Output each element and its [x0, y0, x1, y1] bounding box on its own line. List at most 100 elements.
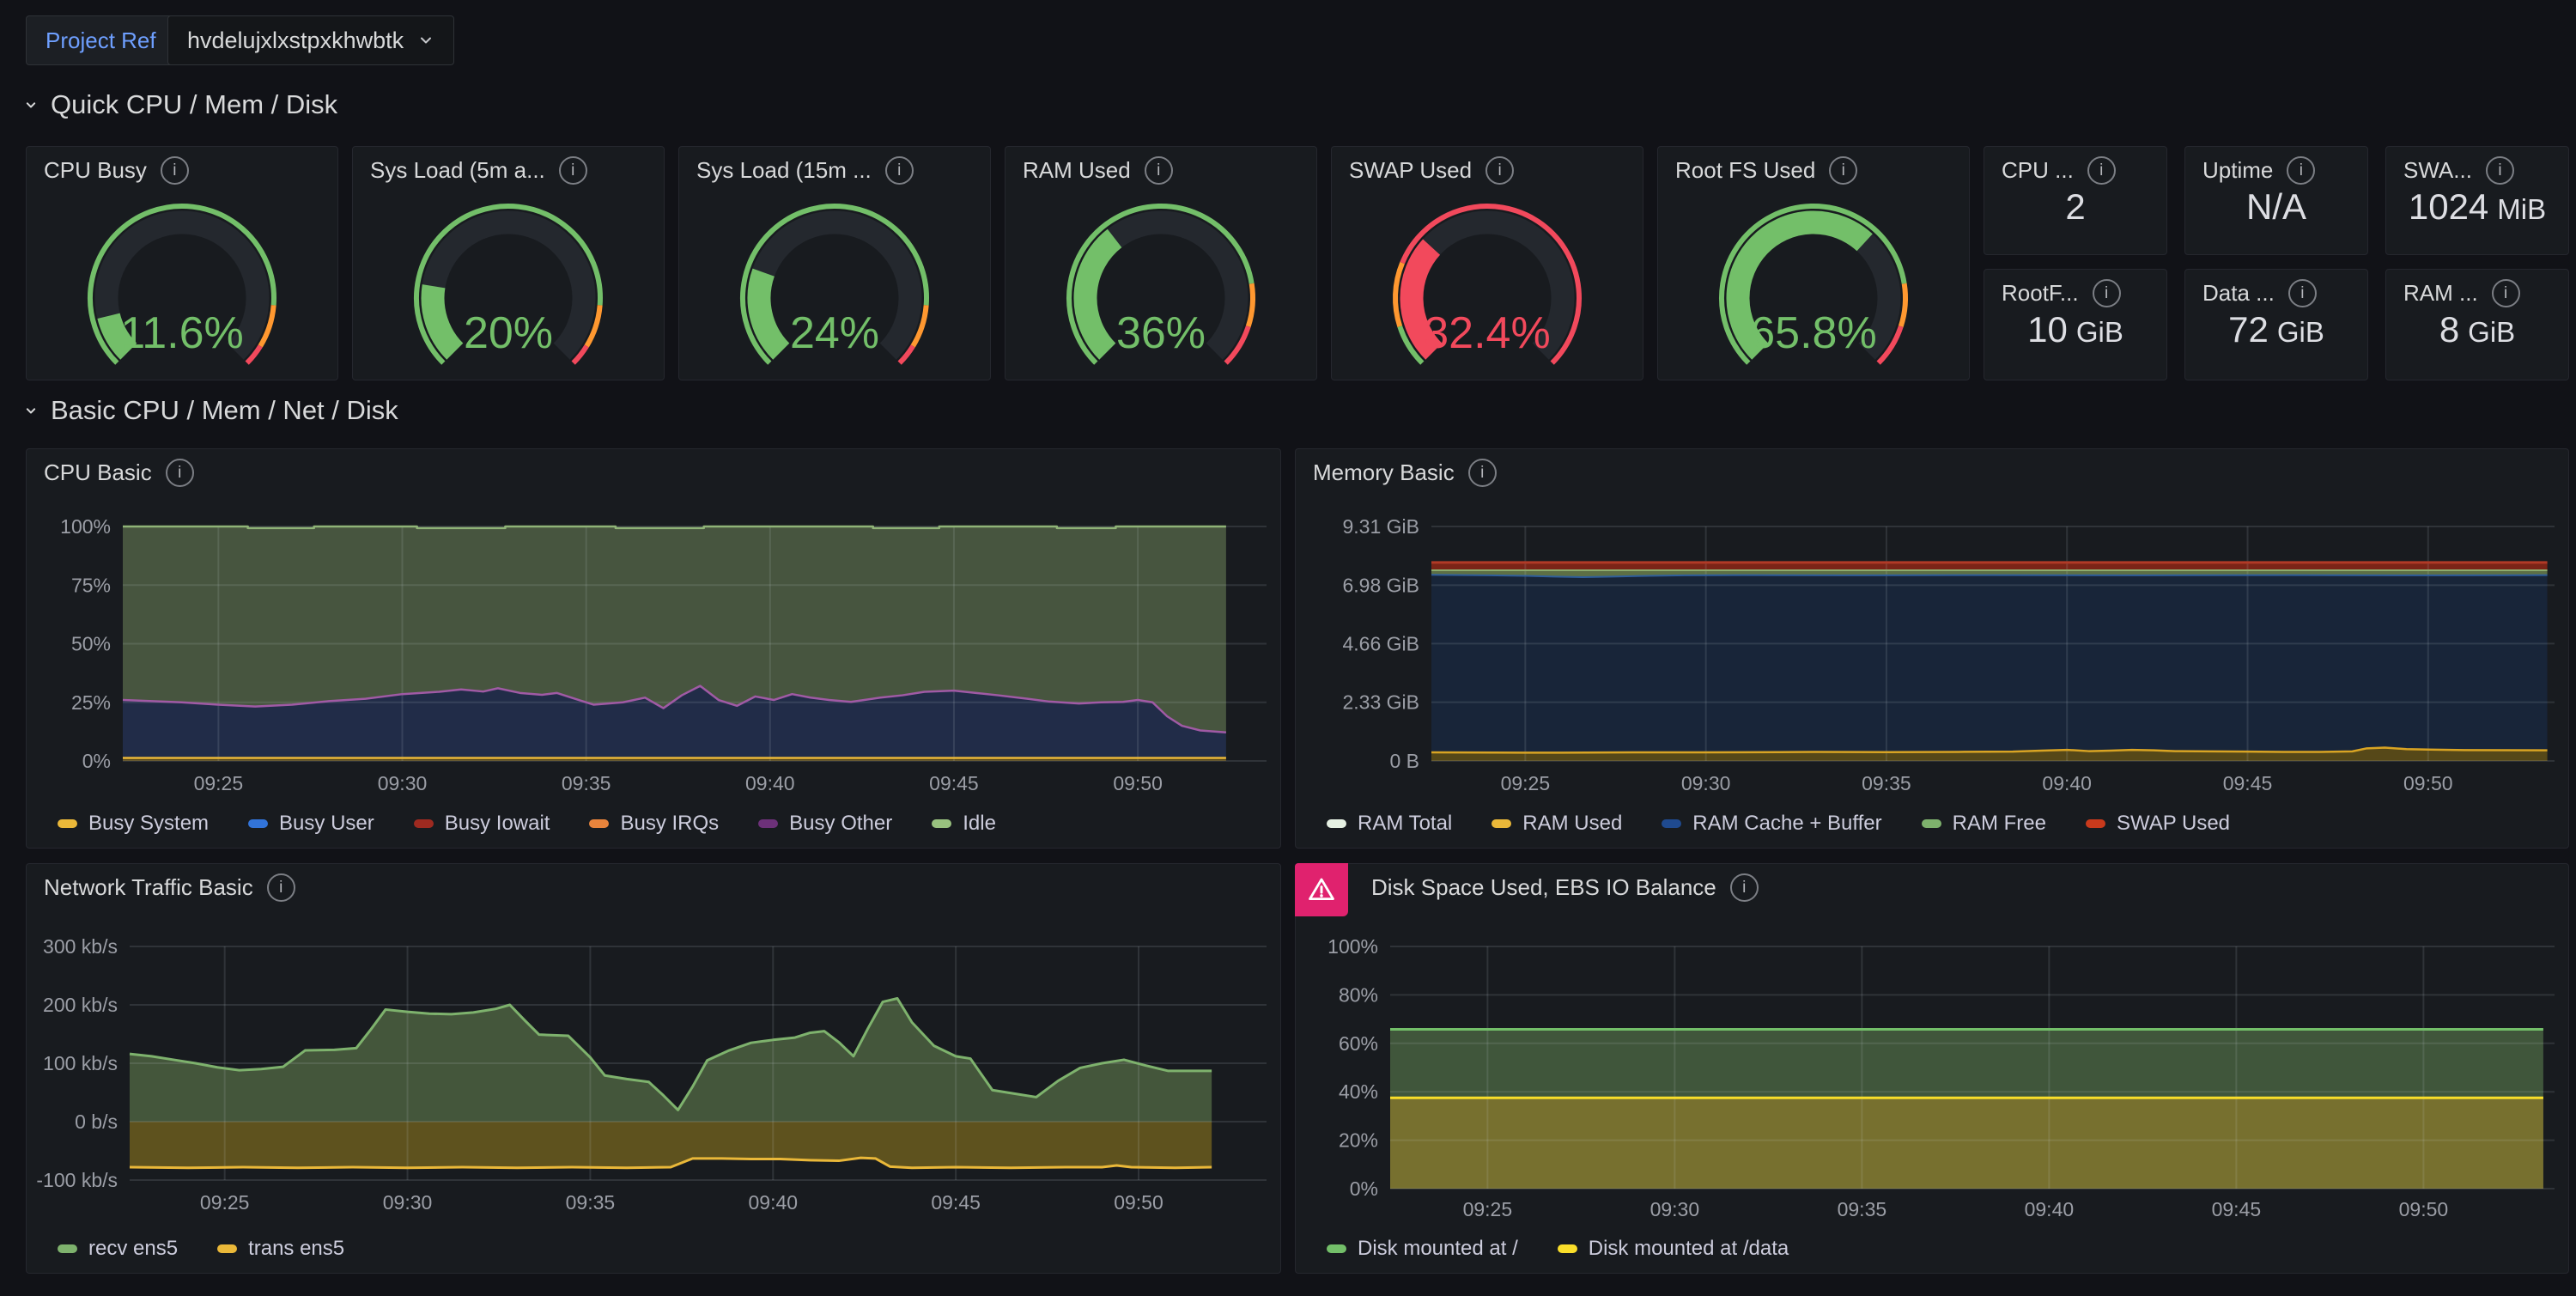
- info-icon[interactable]: [2087, 156, 2116, 185]
- legend-swatch: [1558, 1244, 1577, 1253]
- disk-space-chart[interactable]: 0%20%40%60%80%100%09:2509:3009:3509:4009…: [1296, 864, 2568, 1273]
- legend-swatch: [589, 819, 609, 828]
- panel-title[interactable]: CPU Busy: [44, 157, 147, 184]
- legend-item[interactable]: recv ens5: [58, 1237, 178, 1261]
- network-traffic-chart[interactable]: -100 kb/s0 b/s100 kb/s200 kb/s300 kb/s09…: [27, 864, 1280, 1273]
- cpu-basic-legend: Busy System Busy User Busy Iowait Busy IRQs…: [58, 812, 996, 836]
- svg-text:09:30: 09:30: [1650, 1198, 1700, 1220]
- info-icon[interactable]: [1485, 156, 1514, 185]
- info-icon[interactable]: [1730, 873, 1759, 902]
- legend-swatch: [1327, 819, 1346, 828]
- info-icon[interactable]: [1468, 459, 1497, 487]
- stat-unit: GiB: [2468, 316, 2515, 349]
- svg-text:0%: 0%: [82, 750, 111, 772]
- legend-item[interactable]: Busy System: [58, 812, 209, 836]
- svg-text:09:45: 09:45: [2223, 772, 2273, 794]
- legend-item[interactable]: Busy Iowait: [414, 812, 550, 836]
- panel-cpu-busy: CPU Busy 11.6%: [26, 146, 338, 380]
- section-title: Basic CPU / Mem / Net / Disk: [51, 395, 398, 426]
- panel-title[interactable]: SWAP Used: [1349, 157, 1472, 184]
- legend-item[interactable]: Busy User: [248, 812, 374, 836]
- panel-title[interactable]: Uptime: [2202, 157, 2273, 184]
- section-basic-cpu-mem-net-disk[interactable]: Basic CPU / Mem / Net / Disk: [22, 395, 398, 426]
- panel-title[interactable]: Sys Load (5m a...: [370, 157, 545, 184]
- info-icon[interactable]: [2287, 156, 2315, 185]
- legend-swatch: [1492, 819, 1511, 828]
- info-icon[interactable]: [1145, 156, 1173, 185]
- memory-basic-legend: RAM Total RAM Used RAM Cache + Buffer RAM F…: [1327, 812, 2230, 836]
- svg-text:65.8%: 65.8%: [1750, 308, 1876, 358]
- legend-swatch: [1327, 1244, 1346, 1253]
- panel-rootfs-total: RootF... 10GiB: [1984, 269, 2167, 380]
- legend-item[interactable]: RAM Free: [1922, 812, 2046, 836]
- legend-swatch: [2086, 819, 2105, 828]
- info-icon[interactable]: [2288, 279, 2317, 307]
- svg-text:0 B: 0 B: [1389, 750, 1419, 772]
- info-icon[interactable]: [166, 459, 194, 487]
- panel-title[interactable]: RAM Used: [1023, 157, 1131, 184]
- svg-text:9.31 GiB: 9.31 GiB: [1343, 515, 1420, 538]
- stat-unit: GiB: [2076, 316, 2123, 349]
- alert-state-badge[interactable]: [1295, 863, 1348, 916]
- info-icon[interactable]: [885, 156, 914, 185]
- svg-text:09:50: 09:50: [1114, 1191, 1163, 1214]
- legend-item[interactable]: Idle: [932, 812, 996, 836]
- legend-swatch: [758, 819, 778, 828]
- legend-item[interactable]: Busy Other: [758, 812, 892, 836]
- project-ref-value: hvdelujxlxstpxkhwbtk: [187, 27, 404, 54]
- project-ref-dropdown[interactable]: hvdelujxlxstpxkhwbtk: [167, 15, 454, 65]
- chevron-down-icon: [417, 32, 434, 49]
- svg-text:40%: 40%: [1339, 1080, 1378, 1103]
- memory-basic-chart[interactable]: 0 B2.33 GiB4.66 GiB6.98 GiB9.31 GiB09:25…: [1296, 449, 2568, 848]
- panel-swap-used: SWAP Used 32.4%: [1331, 146, 1643, 380]
- legend-swatch: [414, 819, 434, 828]
- info-icon[interactable]: [559, 156, 587, 185]
- legend-item[interactable]: SWAP Used: [2086, 812, 2230, 836]
- panel-title[interactable]: CPU Basic: [44, 459, 152, 486]
- legend-item[interactable]: RAM Cache + Buffer: [1662, 812, 1881, 836]
- panel-title[interactable]: Memory Basic: [1313, 459, 1455, 486]
- legend-item[interactable]: trans ens5: [217, 1237, 344, 1261]
- cpu-basic-chart[interactable]: 0%25%50%75%100%09:2509:3009:3509:4009:45…: [27, 449, 1280, 848]
- svg-text:11.6%: 11.6%: [120, 308, 244, 358]
- legend-swatch: [248, 819, 268, 828]
- svg-text:09:25: 09:25: [200, 1191, 250, 1214]
- panel-title[interactable]: SWA...: [2403, 157, 2472, 184]
- section-quick-cpu-mem-disk[interactable]: Quick CPU / Mem / Disk: [22, 89, 337, 120]
- svg-text:2.33 GiB: 2.33 GiB: [1343, 691, 1420, 714]
- svg-text:09:25: 09:25: [1501, 772, 1551, 794]
- legend-item[interactable]: Disk mounted at /: [1327, 1237, 1518, 1261]
- svg-text:100%: 100%: [60, 515, 111, 538]
- legend-label: RAM Cache + Buffer: [1692, 812, 1881, 836]
- panel-title[interactable]: RAM ...: [2403, 280, 2478, 307]
- svg-text:60%: 60%: [1339, 1032, 1378, 1055]
- panel-title[interactable]: Sys Load (15m ...: [696, 157, 872, 184]
- svg-text:09:35: 09:35: [1838, 1198, 1887, 1220]
- disk-space-legend: Disk mounted at / Disk mounted at /data: [1327, 1237, 1789, 1261]
- panel-title[interactable]: RootF...: [2002, 280, 2079, 307]
- legend-item[interactable]: RAM Used: [1492, 812, 1622, 836]
- svg-text:09:30: 09:30: [1681, 772, 1731, 794]
- svg-text:32.4%: 32.4%: [1424, 308, 1550, 358]
- info-icon[interactable]: [2486, 156, 2514, 185]
- info-icon[interactable]: [1829, 156, 1857, 185]
- svg-text:100%: 100%: [1327, 935, 1378, 958]
- info-icon[interactable]: [2492, 279, 2520, 307]
- legend-item[interactable]: Disk mounted at /data: [1558, 1237, 1789, 1261]
- legend-item[interactable]: Busy IRQs: [589, 812, 719, 836]
- info-icon[interactable]: [161, 156, 189, 185]
- info-icon[interactable]: [267, 873, 295, 902]
- info-icon[interactable]: [2093, 279, 2121, 307]
- svg-text:09:30: 09:30: [378, 772, 428, 794]
- panel-title[interactable]: Disk Space Used, EBS IO Balance: [1371, 874, 1716, 901]
- legend-swatch: [932, 819, 951, 828]
- chevron-down-icon: [22, 402, 39, 419]
- panel-title[interactable]: Root FS Used: [1675, 157, 1815, 184]
- legend-item[interactable]: RAM Total: [1327, 812, 1452, 836]
- gauge-cpu-busy: 11.6%: [53, 188, 311, 367]
- panel-title[interactable]: CPU ...: [2002, 157, 2074, 184]
- warning-triangle-icon: [1307, 875, 1336, 904]
- panel-title[interactable]: Network Traffic Basic: [44, 874, 253, 901]
- panel-title[interactable]: Data ...: [2202, 280, 2275, 307]
- svg-text:24%: 24%: [790, 308, 879, 358]
